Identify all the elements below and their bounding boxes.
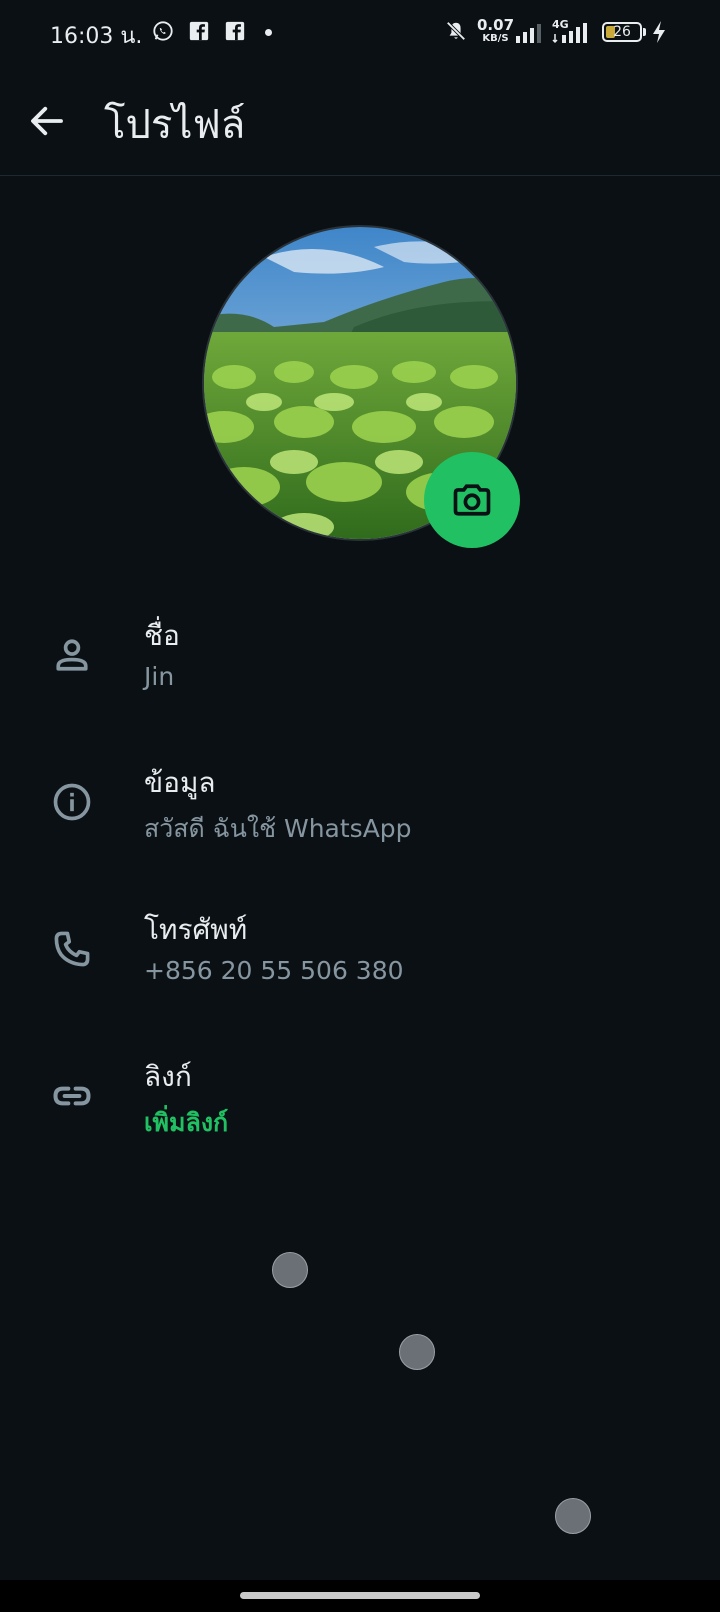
info-icon — [53, 783, 91, 821]
charging-icon — [653, 21, 665, 43]
network-speed: 0.07 KB/S — [477, 16, 515, 45]
whatsapp-icon — [153, 21, 173, 41]
phone-icon — [54, 931, 90, 967]
touch-indicator — [399, 1334, 435, 1370]
touch-indicator — [555, 1498, 591, 1534]
app-bar: โปรไฟล์ — [0, 64, 720, 176]
about-label: ข้อมูล — [144, 766, 216, 799]
mute-icon — [446, 21, 466, 41]
about-row[interactable]: ข้อมูล สวัสดี ฉันใช้ WhatsApp — [0, 745, 720, 865]
signal-icon — [552, 23, 587, 44]
link-icon — [53, 1086, 91, 1106]
person-icon — [56, 639, 88, 671]
links-row[interactable]: ลิงก์ เพิ่มลิงก์ — [0, 1039, 720, 1159]
status-bar: 16:03 น. 0.07 KB/S 4G 26 — [0, 0, 720, 64]
about-value: สวัสดี ฉันใช้ WhatsApp — [144, 814, 412, 843]
links-label: ลิงก์ — [144, 1060, 192, 1093]
home-gesture-pill[interactable] — [240, 1592, 480, 1599]
name-row[interactable]: ชื่อ Jin — [0, 598, 720, 718]
touch-indicator — [272, 1252, 308, 1288]
phone-row[interactable]: โทรศัพท์ +856 20 55 506 380 — [0, 892, 720, 1012]
add-link-button[interactable]: เพิ่มลิงก์ — [144, 1103, 228, 1143]
battery-icon: 26 — [602, 22, 642, 42]
phone-label: โทรศัพท์ — [144, 913, 248, 946]
status-time: 16:03 น. — [50, 24, 143, 49]
name-value: Jin — [144, 662, 175, 691]
facebook-icon — [189, 21, 209, 41]
back-arrow-icon[interactable] — [26, 100, 68, 142]
battery-tip — [643, 28, 646, 36]
change-photo-button[interactable] — [424, 452, 520, 548]
phone-value: +856 20 55 506 380 — [144, 956, 404, 985]
camera-icon — [453, 484, 491, 516]
notification-dot — [265, 29, 272, 36]
navigation-bar — [0, 1580, 720, 1612]
page-title: โปรไฟล์ — [104, 102, 246, 148]
facebook-icon — [225, 21, 245, 41]
name-label: ชื่อ — [144, 619, 180, 652]
signal-icon — [516, 24, 541, 43]
